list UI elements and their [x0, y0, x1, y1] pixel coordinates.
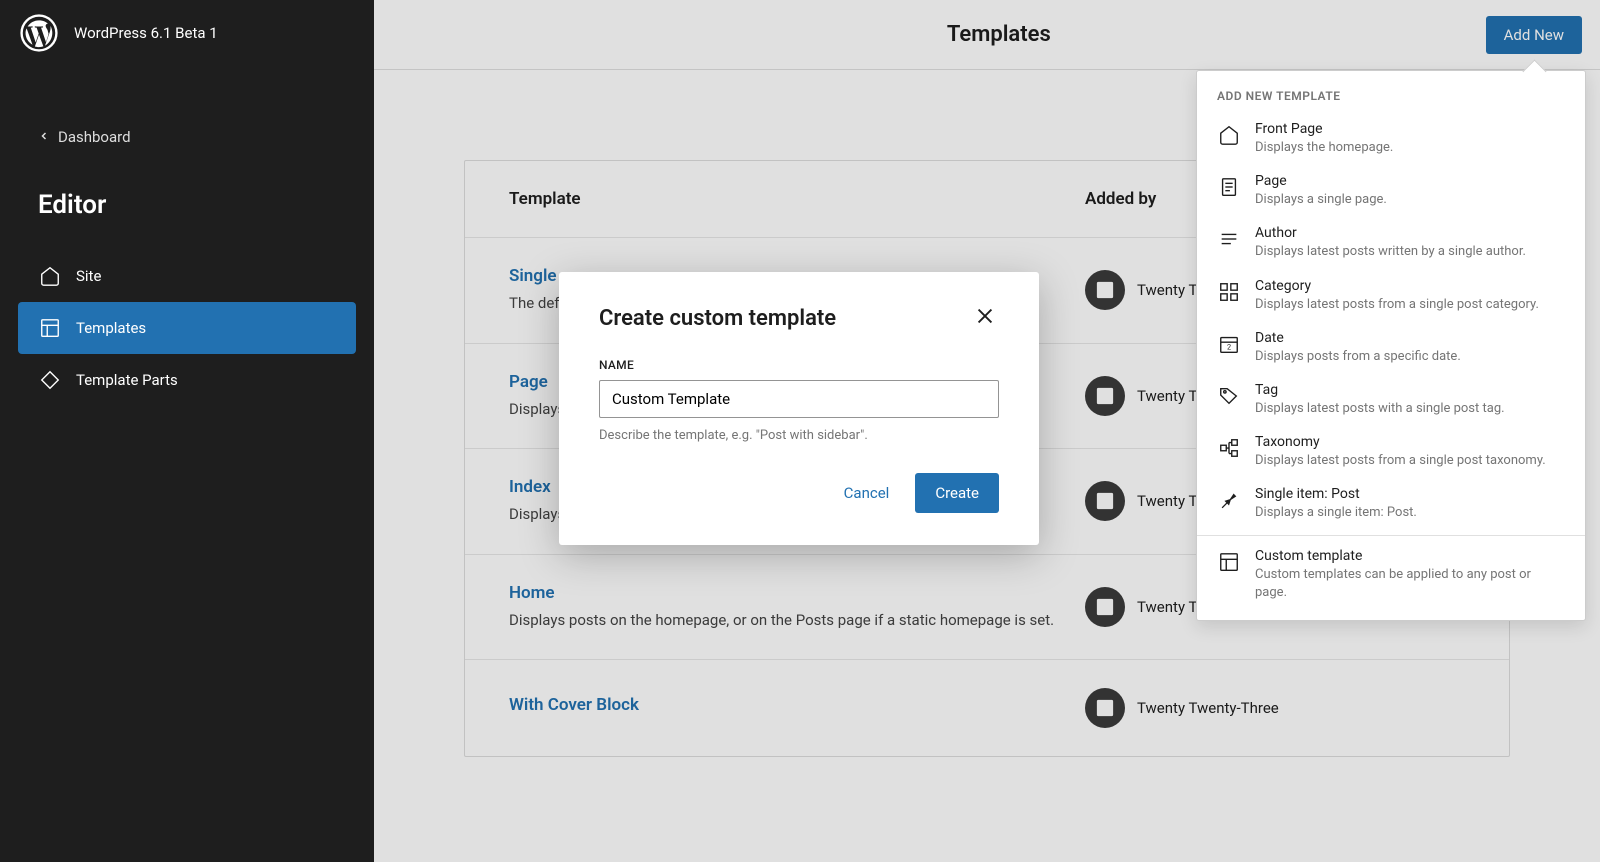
popover-separator	[1197, 535, 1585, 536]
popover-item-title: Author	[1255, 225, 1565, 241]
popover-item-desc: Displays latest posts written by a singl…	[1255, 243, 1565, 261]
sidebar-item-template-parts[interactable]: Template Parts	[18, 354, 356, 406]
home-icon	[38, 264, 62, 288]
pin-icon	[1217, 488, 1241, 512]
sidebar-item-label: Site	[76, 267, 101, 285]
page-icon	[1217, 175, 1241, 199]
sidebar-item-site[interactable]: Site	[18, 250, 356, 302]
name-field-label: NAME	[599, 358, 999, 372]
popover-item-title: Front Page	[1255, 121, 1565, 137]
modal-title: Create custom template	[599, 306, 836, 331]
chevron-left-icon	[38, 128, 50, 146]
editor-heading: Editor	[0, 170, 374, 240]
popover-item[interactable]: Page Displays a single page.	[1197, 165, 1585, 217]
popover-item-title: Category	[1255, 278, 1565, 294]
dashboard-label: Dashboard	[58, 128, 131, 146]
layout-icon	[1217, 550, 1241, 574]
create-custom-template-modal: Create custom template NAME Describe the…	[559, 272, 1039, 545]
sidebar-item-templates[interactable]: Templates	[18, 302, 356, 354]
svg-text:2: 2	[1227, 342, 1231, 351]
add-new-template-popover: ADD NEW TEMPLATE Front Page Displays the…	[1196, 70, 1586, 621]
category-icon	[1217, 280, 1241, 304]
taxonomy-icon	[1217, 436, 1241, 460]
popover-item-desc: Custom templates can be applied to any p…	[1255, 566, 1565, 602]
dashboard-back-link[interactable]: Dashboard	[0, 114, 374, 160]
popover-item-desc: Displays a single item: Post.	[1255, 504, 1565, 522]
popover-item-desc: Displays a single page.	[1255, 191, 1565, 209]
popover-heading: ADD NEW TEMPLATE	[1197, 71, 1585, 113]
tag-icon	[1217, 384, 1241, 408]
popover-item[interactable]: Author Displays latest posts written by …	[1197, 217, 1585, 269]
popover-item-custom-template[interactable]: Custom template Custom templates can be …	[1197, 540, 1585, 610]
create-button[interactable]: Create	[915, 473, 999, 513]
popover-item-desc: Displays the homepage.	[1255, 139, 1565, 157]
close-button[interactable]	[971, 304, 999, 332]
popover-item[interactable]: Category Displays latest posts from a si…	[1197, 270, 1585, 322]
popover-item-title: Taxonomy	[1255, 434, 1565, 450]
wordpress-logo-icon[interactable]	[20, 14, 58, 52]
diamond-icon	[38, 368, 62, 392]
popover-item-title: Single item: Post	[1255, 486, 1565, 502]
date-icon: 2	[1217, 332, 1241, 356]
author-icon	[1217, 227, 1241, 251]
popover-item[interactable]: 2 Date Displays posts from a specific da…	[1197, 322, 1585, 374]
sidebar-header: WordPress 6.1 Beta 1	[0, 0, 374, 66]
nav-items: Site Templates Template Parts	[0, 240, 374, 416]
popover-item-desc: Displays posts from a specific date.	[1255, 348, 1565, 366]
popover-item-title: Tag	[1255, 382, 1565, 398]
close-icon	[974, 305, 996, 331]
cancel-button[interactable]: Cancel	[828, 473, 906, 513]
sidebar-item-label: Templates	[76, 319, 146, 337]
popover-item-desc: Displays latest posts from a single post…	[1255, 296, 1565, 314]
site-title: WordPress 6.1 Beta 1	[74, 24, 218, 42]
layout-icon	[38, 316, 62, 340]
popover-item[interactable]: Front Page Displays the homepage.	[1197, 113, 1585, 165]
help-text: Describe the template, e.g. "Post with s…	[599, 428, 999, 443]
sidebar: WordPress 6.1 Beta 1 Dashboard Editor Si…	[0, 0, 374, 862]
popover-item-title: Date	[1255, 330, 1565, 346]
template-name-input[interactable]	[599, 380, 999, 418]
popover-item[interactable]: Single item: Post Displays a single item…	[1197, 478, 1585, 530]
popover-item-title: Page	[1255, 173, 1565, 189]
sidebar-item-label: Template Parts	[76, 371, 178, 389]
home-icon	[1217, 123, 1241, 147]
popover-item-desc: Displays latest posts with a single post…	[1255, 400, 1565, 418]
popover-item[interactable]: Tag Displays latest posts with a single …	[1197, 374, 1585, 426]
popover-item[interactable]: Taxonomy Displays latest posts from a si…	[1197, 426, 1585, 478]
popover-item-title: Custom template	[1255, 548, 1565, 564]
popover-item-desc: Displays latest posts from a single post…	[1255, 452, 1565, 470]
